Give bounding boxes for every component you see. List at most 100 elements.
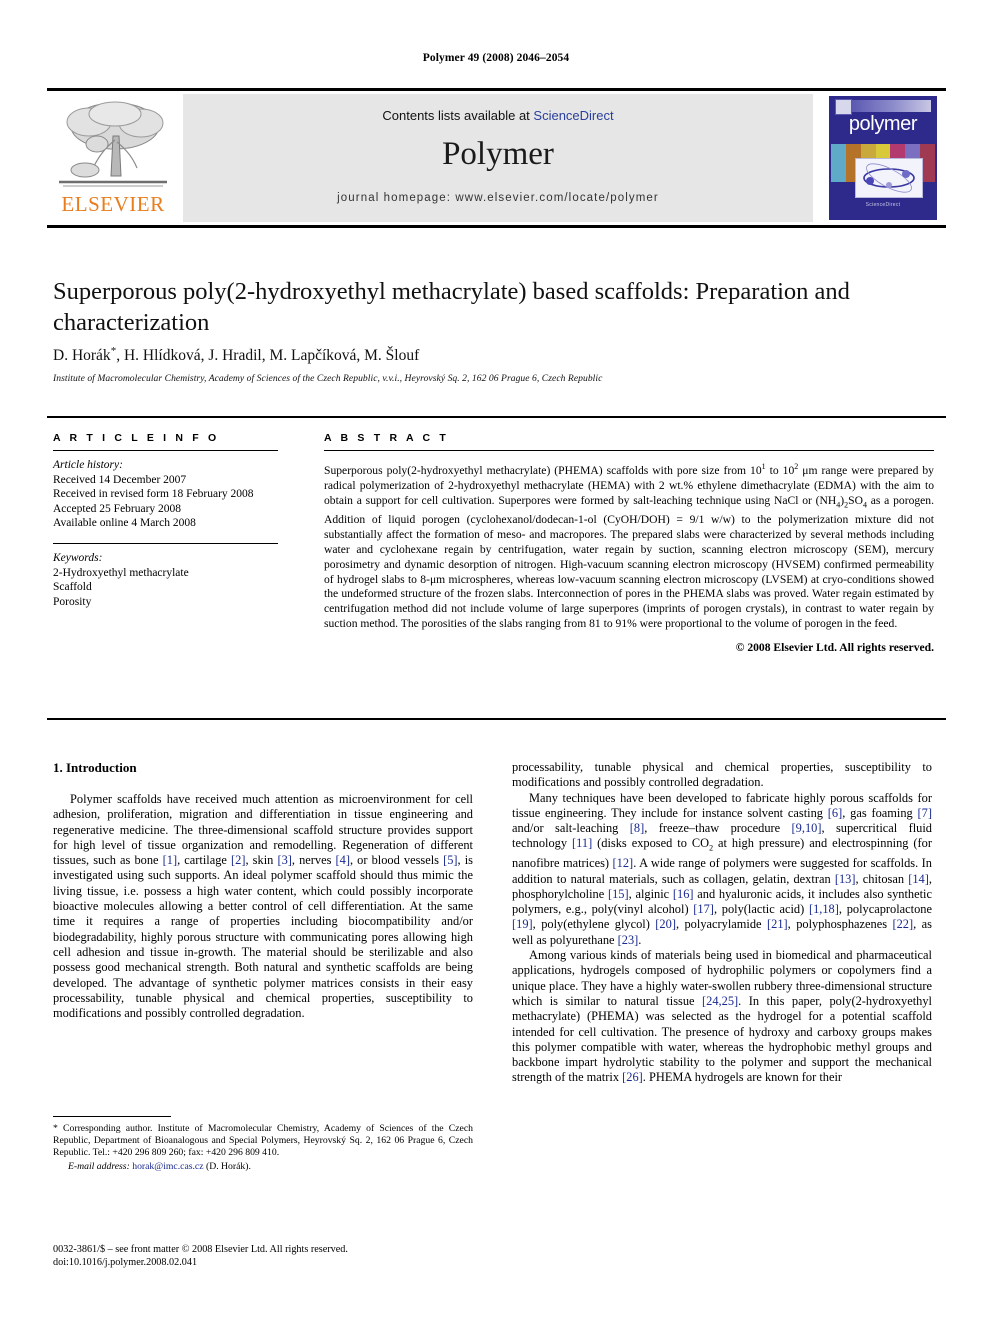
contents-prefix: Contents lists available at [382,108,534,123]
citation-link[interactable]: [1] [163,853,177,867]
masthead-bottom-rule [47,225,946,228]
citation-link[interactable]: [5] [443,853,457,867]
running-head: Polymer 49 (2008) 2046–2054 [422,52,570,64]
para-seg: (disks exposed to CO [592,836,710,851]
citation-link[interactable]: [15] [608,887,629,901]
para-seg: , nerves [291,853,336,868]
citation-link[interactable]: [1,18] [809,902,839,916]
citation-link[interactable]: [22] [892,917,913,931]
journal-article-page: Polymer 49 (2008) 2046–2054 ELSEVIER Con… [0,0,992,1323]
citation-link[interactable]: [26] [622,1070,643,1084]
para-seg: , polyacrylamide [675,917,767,932]
abstract-column: A B S T R A C T Superporous poly(2-hydro… [324,432,934,654]
history-item: Available online 4 March 2008 [53,517,196,530]
email-label: E-mail address: [68,1161,130,1173]
body-column-right: processability, tunable physical and che… [512,760,932,1086]
para-seg: , poly(ethylene glycol) [532,917,656,932]
keyword-item: Porosity [53,595,92,608]
abstract-copyright: © 2008 Elsevier Ltd. All rights reserved… [735,641,934,655]
intro-paragraph-1: Polymer scaffolds have received much att… [53,792,473,1021]
imprint-line-issn: 0032-3861/$ – see front matter © 2008 El… [53,1244,348,1255]
para-seg: . PHEMA hydrogels are known for their [642,1070,843,1085]
journal-homepage-line[interactable]: journal homepage: www.elsevier.com/locat… [183,192,813,204]
history-item: Received 14 December 2007 [53,473,187,486]
article-history-block: Article history: Received 14 December 20… [53,458,278,531]
citation-link[interactable]: [13] [835,872,856,886]
article-info-rule [53,450,278,451]
article-info-heading: A R T I C L E I N F O [53,432,220,444]
citation-link[interactable]: [16] [673,887,694,901]
body-column-left: 1. Introduction Polymer scaffolds have r… [53,760,473,1021]
keywords-block: Keywords: 2-Hydroxyethyl methacrylate Sc… [53,551,278,609]
citation-link[interactable]: [11] [572,836,592,850]
journal-title: Polymer [442,136,554,172]
keywords-label: Keywords: [53,551,103,564]
history-item: Accepted 25 February 2008 [53,502,182,515]
para-seg: , or blood vessels [349,853,444,868]
cover-journal-title: polymer [848,113,918,135]
para-seg: , freeze–thaw procedure [644,821,792,836]
citation-link[interactable]: [14] [908,872,929,886]
abstract-seg: to 10 [765,463,795,477]
citation-link[interactable]: [6] [828,806,842,820]
citation-link[interactable]: [2] [231,853,245,867]
article-title: Superporous poly(2-hydroxyethyl methacry… [53,278,850,336]
abstract-heading: A B S T R A C T [324,432,449,444]
para-seg: , chitosan [855,871,909,886]
para-seg: , polyphosphazenes [787,917,893,932]
citation-link[interactable]: [4] [336,853,350,867]
cover-strip-cell [831,144,846,182]
keyword-item: Scaffold [53,581,92,594]
imprint-line-doi[interactable]: doi:10.1016/j.polymer.2008.02.041 [53,1256,483,1269]
abstract-text: Superporous poly(2-hydroxyethyl methacry… [324,460,934,632]
email-link[interactable]: horak@imc.cas.cz [132,1161,203,1172]
citation-link[interactable]: [23] [618,933,639,947]
footnote-rule [53,1116,171,1117]
citation-link[interactable]: [19] [512,917,533,931]
citation-link[interactable]: [17] [693,902,714,916]
citation-link[interactable]: [12] [613,856,634,870]
footnote-email-line: E-mail address: horak@imc.cas.cz (D. Hor… [53,1161,473,1173]
cover-artwork: polymer ScienceDirect [829,96,937,220]
elsevier-tree-icon [59,101,167,187]
intro-paragraph-3: Among various kinds of materials being u… [512,948,932,1086]
para-seg: , is investigated using such supports. A… [53,853,474,1021]
abstract-seg: as a porogen. Addition of liquid porogen… [324,493,935,631]
masthead-center-panel: Contents lists available at ScienceDirec… [183,94,813,222]
para-seg: . [638,932,642,947]
citation-link[interactable]: [20] [655,917,676,931]
masthead-top-rule [47,88,946,91]
citation-link[interactable]: [21] [767,917,788,931]
article-info-column: A R T I C L E I N F O Article history: R… [53,432,278,609]
author-first: D. Horák [53,347,111,365]
intro-paragraph-2: Many techniques have been developed to f… [512,791,932,948]
citation-link[interactable]: [3] [277,853,291,867]
abstract-rule [324,450,934,451]
author-rest: , H. Hlídková, J. Hradil, M. Lapčíková, … [116,347,420,365]
para-seg: , alginic [628,886,673,901]
intro-paragraph-1-continued: processability, tunable physical and che… [512,760,932,790]
citation-link[interactable]: [7] [918,806,932,820]
email-suffix: (D. Horák). [205,1161,251,1173]
citation-link[interactable]: [24,25] [702,994,738,1008]
journal-masthead: ELSEVIER Contents lists available at Sci… [47,88,946,228]
para-seg: , poly(lactic acid) [713,902,809,917]
citation-link[interactable]: [8] [630,821,644,835]
band-top-rule [47,416,946,418]
citation-link[interactable]: [9,10] [792,821,822,835]
section-heading-introduction: 1. Introduction [53,760,137,775]
sciencedirect-link[interactable]: ScienceDirect [533,108,613,123]
cover-sciencedirect-mark: ScienceDirect [865,202,901,208]
journal-cover-thumbnail: polymer ScienceDirect [819,94,944,222]
para-seg: , polycaprolactone [838,902,933,917]
para-seg: , gas foaming [842,805,918,820]
band-bottom-rule [47,718,946,720]
contents-available-line: Contents lists available at ScienceDirec… [183,108,813,123]
affiliation: Institute of Macromolecular Chemistry, A… [53,373,603,384]
para-seg: , skin [245,853,278,868]
para-seg: and/or salt-leaching [512,821,630,836]
abstract-seg: Superporous poly(2-hydroxyethyl methacry… [324,463,762,477]
imprint-block: 0032-3861/$ – see front matter © 2008 El… [53,1243,483,1269]
elsevier-logo: ELSEVIER [49,94,177,222]
history-item: Received in revised form 18 February 200… [53,488,254,501]
